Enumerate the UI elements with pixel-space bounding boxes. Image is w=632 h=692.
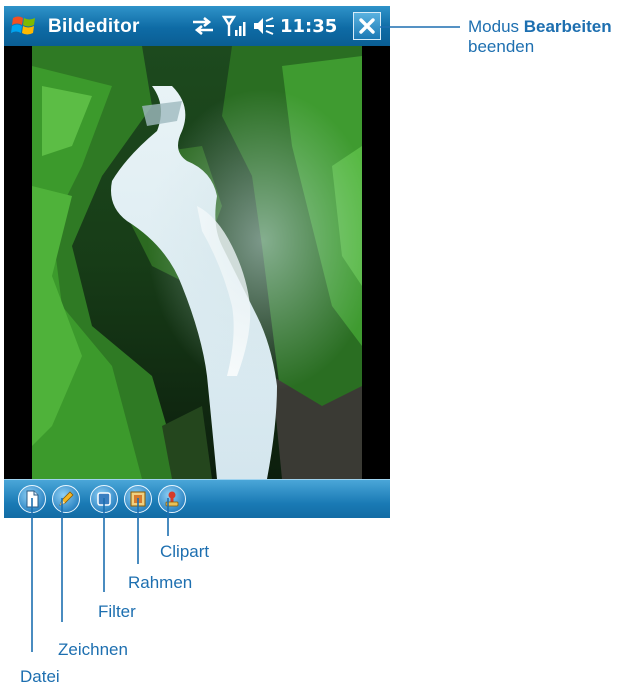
close-icon (359, 18, 375, 34)
close-annotation-bold: Bearbeiten (523, 17, 612, 36)
filter-button[interactable] (90, 485, 118, 513)
title-bar: Bildeditor 11:35 (4, 6, 390, 46)
zeichnen-button[interactable] (52, 485, 80, 513)
close-annotation-line2: beenden (468, 37, 535, 56)
filter-label: Filter (98, 602, 136, 621)
device-screen: Bildeditor 11:35 (4, 6, 390, 518)
clipart-label: Clipart (160, 542, 210, 561)
rahmen-button[interactable] (124, 485, 152, 513)
volume-icon[interactable] (252, 15, 276, 37)
signal-strength-icon[interactable] (222, 14, 246, 38)
frame-icon (130, 491, 146, 507)
clipart-button[interactable] (158, 485, 186, 513)
windows-start-icon[interactable] (10, 12, 38, 40)
stamp-icon (165, 491, 179, 507)
close-annotation-prefix: Modus (468, 17, 524, 36)
zeichnen-label: Zeichnen (58, 640, 128, 659)
rahmen-label: Rahmen (128, 573, 193, 592)
app-title: Bildeditor (48, 16, 140, 37)
clock[interactable]: 11:35 (280, 16, 337, 37)
filter-icon (97, 492, 111, 506)
close-annotation: Modus Bearbeiten beenden (468, 17, 612, 57)
waterfall-photo[interactable] (32, 46, 362, 479)
document-icon (26, 490, 39, 508)
close-button[interactable] (353, 12, 381, 40)
datei-label: Datei (20, 667, 60, 686)
datei-button[interactable] (18, 485, 46, 513)
bottom-toolbar (4, 479, 390, 518)
pencil-icon (59, 491, 74, 506)
sync-arrows-icon[interactable] (190, 15, 216, 37)
